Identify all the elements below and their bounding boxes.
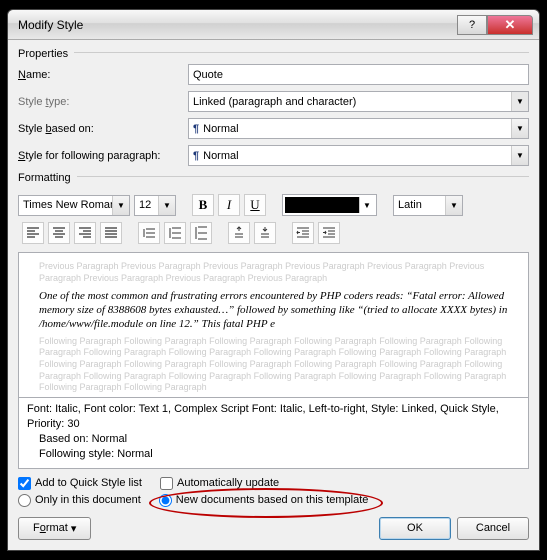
script-dropdown[interactable]: Latin ▼ [393, 195, 463, 216]
new-documents-radio[interactable]: New documents based on this template [159, 494, 369, 507]
formatting-label: Formatting [18, 172, 71, 184]
only-document-radio[interactable]: Only in this document [18, 494, 141, 507]
pilcrow-icon: ¶ [193, 123, 199, 135]
pilcrow-icon: ¶ [193, 150, 199, 162]
properties-label: Properties [18, 48, 68, 60]
chevron-down-icon[interactable]: ▼ [511, 119, 528, 138]
space-before-increase-button[interactable] [228, 222, 250, 244]
color-swatch [285, 197, 359, 213]
preview-pane: Previous Paragraph Previous Paragraph Pr… [18, 252, 529, 398]
help-button[interactable]: ? [457, 15, 487, 35]
style-description: Font: Italic, Font color: Text 1, Comple… [18, 398, 529, 468]
modify-style-dialog: Modify Style ? ✕ Properties Name: Quote … [7, 9, 540, 550]
align-center-button[interactable] [48, 222, 70, 244]
cancel-button[interactable]: Cancel [457, 517, 529, 540]
underline-button[interactable]: U [244, 194, 266, 216]
align-right-button[interactable] [74, 222, 96, 244]
style-type-label: Style type: [18, 96, 188, 108]
ok-button[interactable]: OK [379, 517, 451, 540]
chevron-down-icon[interactable]: ▼ [359, 197, 374, 213]
space-before-decrease-button[interactable] [254, 222, 276, 244]
following-label: Style for following paragraph: [18, 150, 188, 162]
titlebar[interactable]: Modify Style ? ✕ [8, 10, 539, 40]
preview-following: Following Paragraph Following Paragraph … [39, 336, 508, 394]
line-spacing-2-button[interactable] [190, 222, 212, 244]
bold-button[interactable]: B [192, 194, 214, 216]
format-button[interactable]: Format ▾ [18, 517, 91, 540]
align-justify-button[interactable] [100, 222, 122, 244]
line-spacing-15-button[interactable] [164, 222, 186, 244]
line-spacing-1-button[interactable] [138, 222, 160, 244]
based-on-dropdown[interactable]: ¶ Normal ▼ [188, 118, 529, 139]
font-color-dropdown[interactable]: ▼ [282, 194, 377, 216]
window-title: Modify Style [18, 18, 457, 32]
name-label: Name: [18, 69, 188, 81]
chevron-down-icon[interactable]: ▼ [158, 196, 175, 215]
close-button[interactable]: ✕ [487, 15, 533, 35]
increase-indent-button[interactable] [318, 222, 340, 244]
chevron-down-icon[interactable]: ▼ [112, 196, 129, 215]
based-on-label: Style based on: [18, 123, 188, 135]
preview-previous: Previous Paragraph Previous Paragraph Pr… [39, 261, 508, 284]
style-type-dropdown: Linked (paragraph and character) ▼ [188, 91, 529, 112]
chevron-down-icon[interactable]: ▼ [445, 196, 462, 215]
decrease-indent-button[interactable] [292, 222, 314, 244]
quick-style-checkbox[interactable]: Add to Quick Style list [18, 477, 142, 490]
preview-sample: One of the most common and frustrating e… [39, 289, 508, 332]
italic-button[interactable]: I [218, 194, 240, 216]
align-left-button[interactable] [22, 222, 44, 244]
following-dropdown[interactable]: ¶ Normal ▼ [188, 145, 529, 166]
chevron-down-icon[interactable]: ▼ [511, 146, 528, 165]
font-family-dropdown[interactable]: Times New Roman ▼ [18, 195, 130, 216]
auto-update-checkbox[interactable]: Automatically update [160, 477, 279, 490]
name-input[interactable]: Quote [188, 64, 529, 85]
chevron-down-icon: ▼ [511, 92, 528, 111]
font-size-dropdown[interactable]: 12 ▼ [134, 195, 176, 216]
